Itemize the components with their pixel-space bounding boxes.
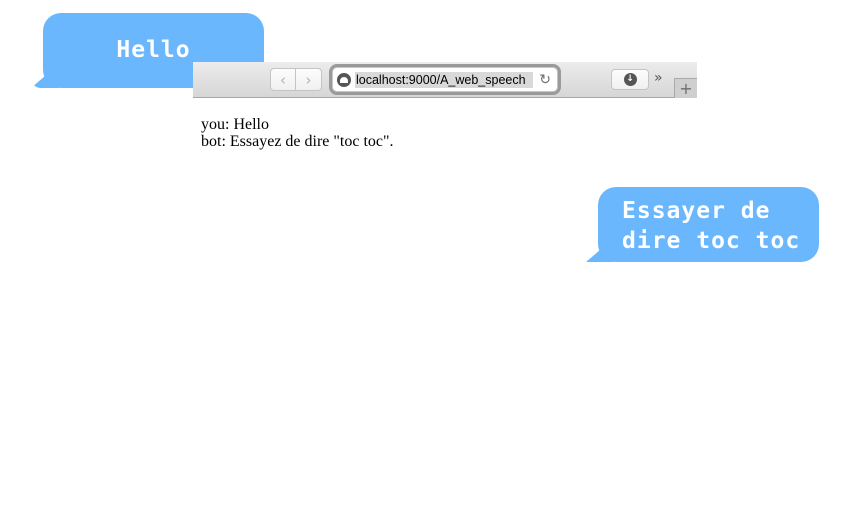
url-text[interactable]: localhost:9000/A_web_speech xyxy=(355,71,534,88)
back-button[interactable]: ‹ xyxy=(270,68,296,91)
chat-log: you: Hello bot: Essayez de dire "toc toc… xyxy=(201,116,394,150)
bot-speech-text: Essayer de dire toc toc xyxy=(622,198,801,254)
chat-line-bot: bot: Essayez de dire "toc toc". xyxy=(201,133,394,150)
reload-icon[interactable]: ↻ xyxy=(539,72,551,88)
user-speech-text: Hello xyxy=(116,37,191,63)
chevron-right-icon: › xyxy=(305,70,312,89)
new-tab-button[interactable]: + xyxy=(674,78,697,98)
chevron-left-icon: ‹ xyxy=(280,70,286,89)
plus-icon: + xyxy=(679,78,693,98)
download-icon: ↓ xyxy=(623,73,637,86)
address-bar[interactable]: localhost:9000/A_web_speech ↻ xyxy=(332,67,558,92)
site-icon xyxy=(337,72,351,87)
chevron-double-right-icon[interactable]: » xyxy=(654,70,663,86)
downloads-button[interactable]: ↓ xyxy=(611,69,649,90)
browser-toolbar: ‹ › localhost:9000/A_web_speech ↻ ↓ » + xyxy=(193,62,697,98)
chat-line-user: you: Hello xyxy=(201,116,269,133)
forward-button[interactable]: › xyxy=(296,68,322,91)
bot-speech-bubble: Essayer de dire toc toc xyxy=(598,187,819,262)
